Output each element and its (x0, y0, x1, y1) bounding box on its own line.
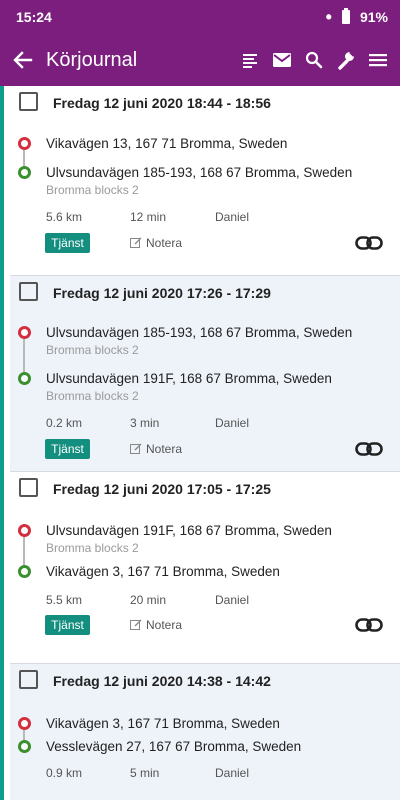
end-address: Ulvsundavägen 185-193, 168 67 Bromma, Sw… (46, 165, 353, 180)
trip-driver: Daniel (215, 210, 250, 224)
trip-driver: Daniel (215, 766, 250, 780)
trip-card[interactable]: Fredag 12 juni 2020 14:38 - 14:42 Vikavä… (10, 664, 400, 800)
trip-type-badge[interactable]: Tjänst (45, 439, 90, 459)
link-icon (355, 618, 383, 632)
trip-header: Fredag 12 juni 2020 17:05 - 17:25 (53, 481, 271, 497)
search-icon (305, 51, 323, 69)
trip-list[interactable]: Fredag 12 juni 2020 18:44 - 18:56 Vikavä… (0, 86, 400, 800)
trip-checkbox[interactable] (19, 670, 38, 689)
end-address: Vesslevägen 27, 167 67 Bromma, Sweden (46, 739, 302, 754)
trip-distance: 5.5 km (46, 593, 83, 607)
start-address-tag: Bromma blocks 2 (46, 541, 139, 555)
trip-driver: Daniel (215, 416, 250, 430)
trip-distance: 0.9 km (46, 766, 83, 780)
status-time: 15:24 (16, 9, 52, 25)
note-button[interactable]: Notera (130, 618, 182, 632)
trip-card[interactable]: Fredag 12 juni 2020 17:05 - 17:25 Ulvsun… (10, 472, 400, 664)
note-label: Notera (146, 442, 183, 456)
end-address-tag: Bromma blocks 2 (46, 389, 139, 403)
settings-button[interactable] (330, 40, 362, 80)
trip-distance: 5.6 km (46, 210, 83, 224)
note-label: Notera (146, 236, 183, 250)
start-location-pin-icon (18, 326, 31, 339)
trip-duration: 20 min (130, 593, 167, 607)
end-address: Vikavägen 3, 167 71 Bromma, Sweden (46, 564, 280, 579)
start-address: Ulvsundavägen 185-193, 168 67 Bromma, Sw… (46, 325, 353, 340)
end-address-tag: Bromma blocks 2 (46, 183, 139, 197)
note-label: Notera (146, 618, 183, 632)
status-right: • 91% (325, 7, 388, 27)
link-button[interactable] (354, 440, 384, 458)
battery-level: 91% (359, 9, 388, 25)
trip-card[interactable]: Fredag 12 juni 2020 17:26 - 17:29 Ulvsun… (10, 276, 400, 472)
trip-driver: Daniel (215, 593, 250, 607)
link-icon (355, 442, 383, 456)
page-title: Körjournal (46, 48, 138, 71)
link-icon (355, 236, 383, 250)
trip-card[interactable]: Fredag 12 juni 2020 18:44 - 18:56 Vikavä… (10, 86, 400, 276)
trip-type-badge[interactable]: Tjänst (45, 615, 90, 635)
list-accent-bar (0, 86, 4, 800)
start-location-pin-icon (18, 137, 31, 150)
start-location-pin-icon (18, 717, 31, 730)
list-icon (243, 54, 257, 68)
trip-header: Fredag 12 juni 2020 14:38 - 14:42 (53, 673, 271, 689)
start-address-tag: Bromma blocks 2 (46, 343, 139, 357)
trip-header: Fredag 12 juni 2020 18:44 - 18:56 (53, 95, 271, 111)
end-location-pin-icon (18, 565, 31, 578)
trip-distance: 0.2 km (46, 416, 83, 430)
trip-checkbox[interactable] (19, 478, 38, 497)
mail-icon (273, 53, 291, 67)
link-button[interactable] (354, 616, 384, 634)
end-location-pin-icon (18, 740, 31, 753)
trip-type-badge[interactable]: Tjänst (45, 233, 90, 253)
end-address: Ulvsundavägen 191F, 168 67 Bromma, Swede… (46, 371, 332, 386)
back-button[interactable] (0, 34, 46, 86)
trip-duration: 12 min (130, 210, 167, 224)
menu-button[interactable] (362, 40, 394, 80)
trip-header: Fredag 12 juni 2020 17:26 - 17:29 (53, 285, 271, 301)
note-button[interactable]: Notera (130, 236, 182, 250)
trip-duration: 5 min (130, 766, 160, 780)
status-bar: 15:24 • 91% (0, 0, 400, 34)
end-location-pin-icon (18, 166, 31, 179)
end-location-pin-icon (18, 372, 31, 385)
start-address: Vikavägen 3, 167 71 Bromma, Sweden (46, 716, 280, 731)
list-button[interactable] (234, 40, 266, 80)
mail-button[interactable] (266, 40, 298, 80)
edit-icon (130, 619, 142, 630)
start-address: Vikavägen 13, 167 71 Bromma, Sweden (46, 136, 288, 151)
trip-duration: 3 min (130, 416, 160, 430)
note-button[interactable]: Notera (130, 442, 182, 456)
edit-icon (130, 443, 142, 454)
trip-checkbox[interactable] (19, 282, 38, 301)
trip-checkbox[interactable] (19, 92, 38, 111)
toolbar-actions (234, 40, 400, 80)
edit-icon (130, 237, 142, 248)
start-location-pin-icon (18, 524, 31, 537)
notification-dot: • (325, 7, 332, 27)
search-button[interactable] (298, 40, 330, 80)
start-address: Ulvsundavägen 191F, 168 67 Bromma, Swede… (46, 523, 332, 538)
battery-icon (341, 8, 350, 24)
arrow-left-icon (13, 51, 33, 69)
app-bar: Körjournal (0, 34, 400, 86)
link-button[interactable] (354, 234, 384, 252)
wrench-icon (338, 51, 355, 70)
menu-icon (369, 54, 387, 67)
